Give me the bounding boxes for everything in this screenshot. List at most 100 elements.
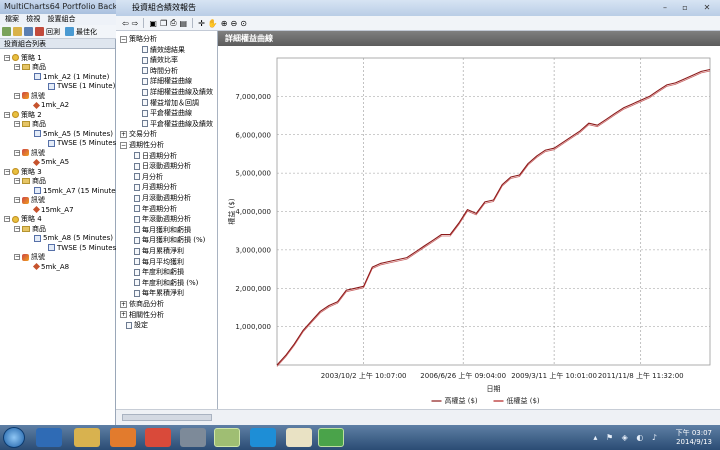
horizontal-scrollbar[interactable] [116,409,720,425]
strategy-node[interactable]: − 策略 4 [4,215,42,224]
nav-item[interactable]: 績效總結果 [142,45,185,55]
menu-file[interactable]: 檔案 [5,15,19,23]
signal-item[interactable]: 1mk_A2 [32,101,69,110]
signals-node[interactable]: − 訊號 [14,148,45,157]
nav-item[interactable]: 平倉權益曲線 [142,108,192,118]
nav-item[interactable]: 年度利和虧損 [134,267,184,277]
nav-trade-analysis[interactable]: + 交易分析 [120,129,157,139]
collapse-toggle-icon[interactable]: − [14,149,20,156]
start-button[interactable] [3,427,25,448]
nav-item[interactable]: 平倉權益曲線及績效 [142,119,213,129]
symbol-item[interactable]: 15mk_A7 (15 Minutes) [34,186,122,195]
nav-item[interactable]: 時間分析 [142,66,178,76]
add-strategy-icon[interactable] [2,27,11,36]
skype-icon[interactable] [250,428,276,447]
menu-portfolio-settings[interactable]: 設置組合 [47,15,75,23]
nav-item[interactable]: 每月平均獲利 [134,257,184,267]
print-icon[interactable]: ⎙ [170,18,176,28]
menu-view[interactable]: 檢視 [26,15,40,23]
zoom-in-icon[interactable]: ⊕ [221,19,228,28]
symbols-node[interactable]: − 商品 [14,224,46,233]
clock[interactable]: 下午 03:07 2014/9/13 [676,429,712,447]
nav-item[interactable]: 每月獲利和虧損 (%) [134,235,205,245]
collapse-toggle-icon[interactable]: − [4,216,10,222]
collapse-toggle-icon[interactable]: − [14,197,20,203]
signals-node[interactable]: − 訊號 [14,253,45,262]
nav-item[interactable]: 績效比率 [142,55,178,65]
pan-hand-icon[interactable]: ✋ [208,19,218,28]
collapse-toggle-icon[interactable]: − [4,168,10,175]
system-tray[interactable]: ▴ ⚑ ◈ ◐ ♪ [593,433,660,442]
save-icon[interactable] [24,27,33,36]
nav-item[interactable]: 日滾動週期分析 [134,161,191,171]
zoom-out-icon[interactable]: ⊖ [230,19,237,28]
close-icon[interactable]: ✕ [700,3,714,13]
symbol-item[interactable]: TWSE (1 Minute) [48,82,115,91]
optimize-button[interactable]: 最佳化 [76,27,97,37]
collapse-toggle-icon[interactable]: − [14,121,20,127]
nav-item[interactable]: 詳細權益曲線 [142,76,192,86]
nav-item[interactable]: 年度利和虧損 (%) [134,278,198,288]
open-folder-icon[interactable] [13,27,22,36]
nav-period-analysis[interactable]: − 週期性分析 [120,140,164,150]
symbol-item[interactable]: TWSE (5 Minutes) [48,139,119,148]
strategy-node[interactable]: − 策略 3 [4,167,42,176]
collapse-toggle-icon[interactable]: − [14,178,20,184]
symbol-item[interactable]: TWSE (5 Minutes) [48,243,119,252]
notes-icon[interactable] [214,428,240,447]
media-player-icon[interactable] [110,428,136,447]
cursor-icon[interactable]: ✛ [198,19,205,28]
signal-item[interactable]: 5mk_A8 [32,262,69,271]
collapse-toggle-icon[interactable]: − [4,54,10,61]
collapse-toggle-icon[interactable]: − [4,111,10,118]
chrome-icon[interactable] [145,428,171,447]
maximize-icon[interactable]: ▫ [678,3,692,13]
zoom-fit-icon[interactable]: ⊙ [240,19,247,28]
signal-item[interactable]: 15mk_A7 [32,205,74,214]
strategy-node[interactable]: − 策略 2 [4,110,42,119]
nav-correlation-analysis[interactable]: + 相關性分析 [120,310,164,320]
signals-node[interactable]: − 訊號 [14,196,45,205]
ie-icon[interactable] [36,428,62,447]
nav-item[interactable]: 詳細權益曲線及績效 [142,87,213,97]
back-arrow-icon[interactable]: ⇦ [122,19,129,28]
document-icon[interactable] [286,428,312,447]
scrollbar-thumb[interactable] [122,414,212,421]
signal-item[interactable]: 5mk_A5 [32,158,69,167]
collapse-toggle-icon[interactable]: − [14,64,20,70]
signals-node[interactable]: − 訊號 [14,91,45,100]
nav-strategy-analysis[interactable]: − 策略分析 [120,34,157,44]
nav-item[interactable]: 日週期分析 [134,151,177,161]
nav-item[interactable]: 權益增加＆回調 [142,98,199,108]
symbols-node[interactable]: − 商品 [14,177,46,186]
collapse-toggle-icon[interactable]: − [14,254,20,260]
nav-item[interactable]: 月分析 [134,172,163,182]
multicharts-icon[interactable] [318,428,344,447]
nav-settings[interactable]: 設定 [126,320,148,330]
save-report-icon[interactable]: ▣ [149,19,157,28]
symbols-node[interactable]: − 商品 [14,120,46,129]
nav-item[interactable]: 年週期分析 [134,204,177,214]
nav-item[interactable]: 月滾動週期分析 [134,193,191,203]
nav-by-symbol-analysis[interactable]: + 依商品分析 [120,299,164,309]
nav-item[interactable]: 月週期分析 [134,182,177,192]
nav-item[interactable]: 年滾動週期分析 [134,214,191,224]
forward-arrow-icon[interactable]: ⇨ [132,19,139,28]
optimize-icon[interactable] [65,27,74,36]
export-icon[interactable]: ▤ [180,19,188,28]
nav-item[interactable]: 每年累積淨利 [134,288,184,298]
chat-icon[interactable] [180,428,206,447]
symbol-item[interactable]: 5mk_A8 (5 Minutes) [34,234,113,243]
collapse-toggle-icon[interactable]: − [14,92,20,99]
minimize-icon[interactable]: – [658,3,672,13]
symbols-node[interactable]: − 商品 [14,63,46,72]
explorer-icon[interactable] [74,428,100,447]
nav-item[interactable]: 每月獲利和虧損 [134,225,191,235]
symbol-item[interactable]: 5mk_A5 (5 Minutes) [34,129,113,138]
backtest-icon[interactable] [35,27,44,36]
strategy-node[interactable]: − 策略 1 [4,53,42,62]
copy-icon[interactable]: ❐ [160,19,167,28]
nav-item[interactable]: 每月累積淨利 [134,246,184,256]
backtest-button[interactable]: 回測 [46,27,60,37]
collapse-toggle-icon[interactable]: − [14,225,20,232]
